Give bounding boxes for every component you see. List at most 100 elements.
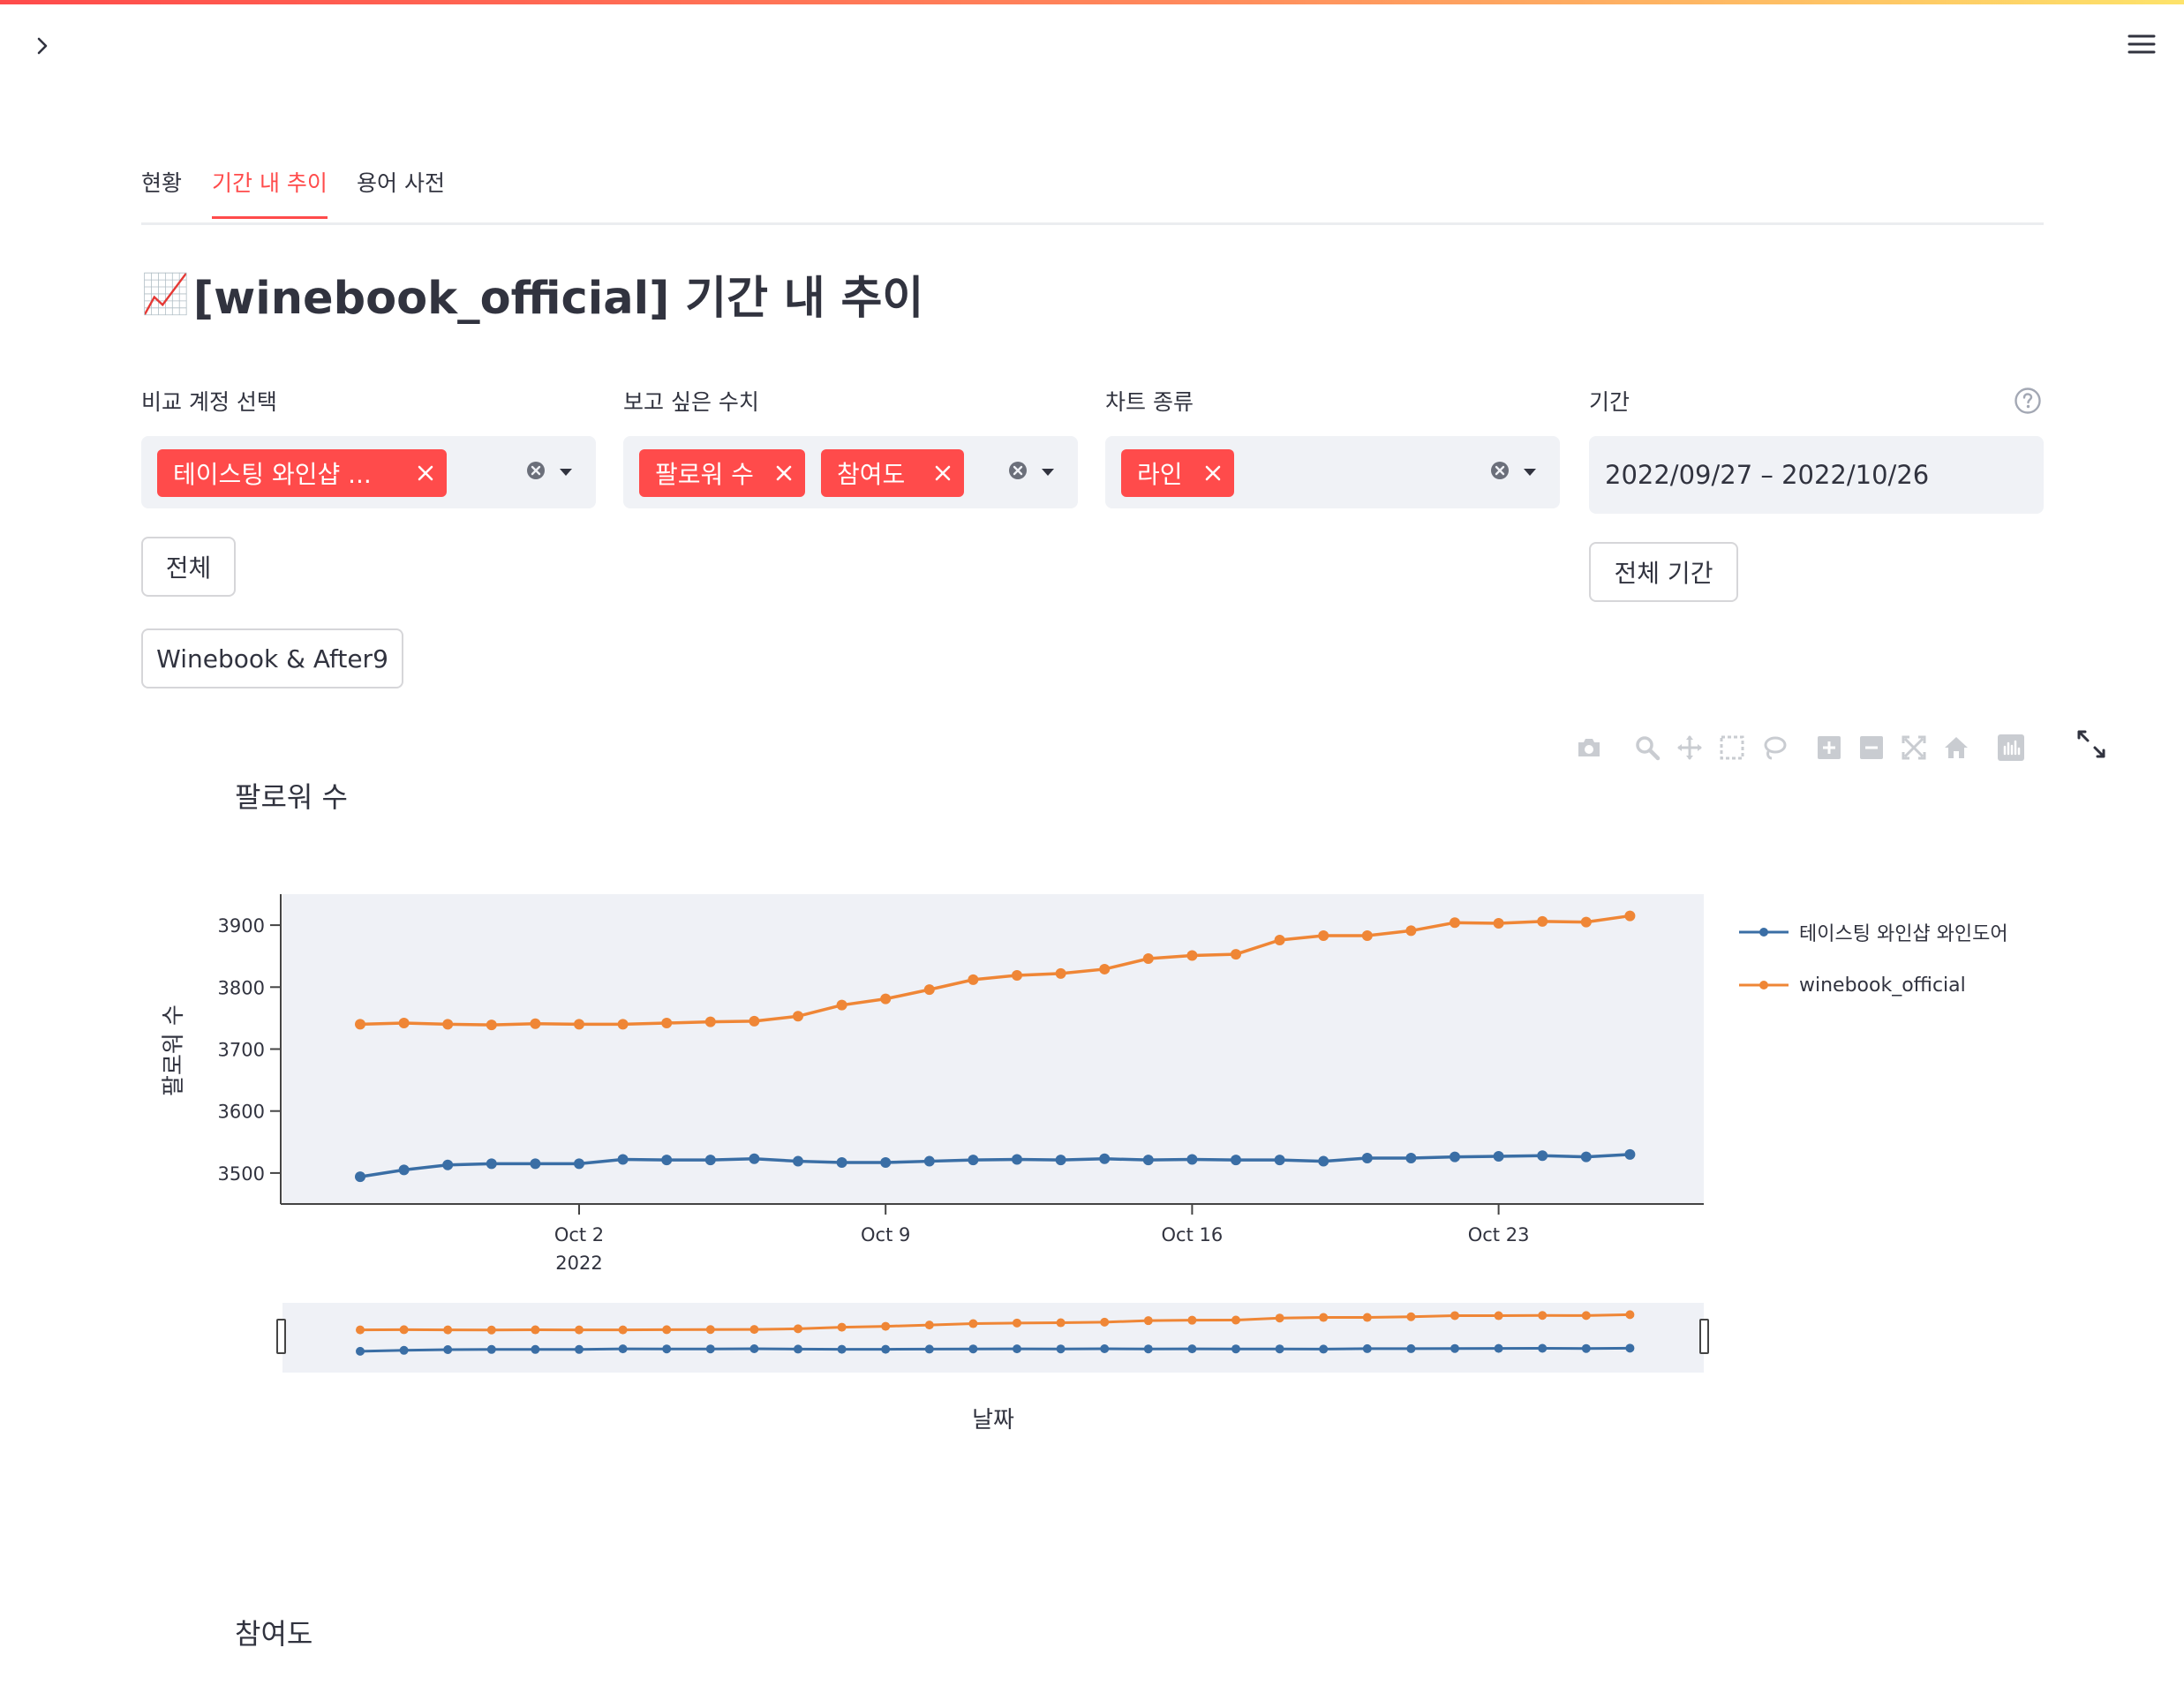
metric-chip-followers[interactable]: 팔로워 수 <box>639 449 805 497</box>
x-tick-label: Oct 23 <box>1468 1224 1530 1245</box>
select-all-accounts-button[interactable]: 전체 <box>141 537 236 597</box>
series-point-1 <box>1012 969 1022 981</box>
range-slider-point-1 <box>662 1325 672 1335</box>
autoscale-icon[interactable] <box>1901 734 1927 761</box>
legend-item-winedoor[interactable]: 테이스팅 와인샵 와인도어 <box>1739 906 2008 959</box>
metrics-label: 보고 싶은 수치 <box>623 389 759 415</box>
series-point-0 <box>574 1158 584 1170</box>
series-point-1 <box>355 1019 365 1030</box>
plot-area <box>282 894 1704 1204</box>
range-slider-right-handle[interactable] <box>1699 1319 1709 1354</box>
chart-legend: 테이스팅 와인샵 와인도어 winebook_official <box>1739 906 2008 1012</box>
range-slider-point-1 <box>1625 1310 1635 1320</box>
clear-all-icon[interactable] <box>526 461 546 484</box>
range-slider-point-0 <box>1450 1343 1459 1353</box>
selected-account-chip[interactable]: 테이스팅 와인샵 ... <box>157 449 447 497</box>
range-slider-left-handle[interactable] <box>276 1319 286 1354</box>
chart-type-chip-line[interactable]: 라인 <box>1121 449 1234 497</box>
page-title: 📈 [winebook_official] 기간 내 추이 <box>141 261 923 327</box>
series-point-0 <box>880 1156 892 1168</box>
x-tick-label: Oct 9 <box>861 1224 910 1245</box>
range-slider-line-1 <box>359 1313 1630 1332</box>
page-title-text: [winebook_official] 기간 내 추이 <box>192 273 924 325</box>
range-slider-point-0 <box>1406 1343 1416 1353</box>
series-point-1 <box>442 1019 454 1030</box>
series-point-1 <box>617 1019 629 1030</box>
dropdown-caret-icon[interactable] <box>1522 464 1538 481</box>
series-point-1 <box>1624 910 1636 922</box>
dropdown-caret-icon[interactable] <box>1040 464 1056 481</box>
y-axis-title: 팔로워 수 <box>161 1005 187 1096</box>
lasso-icon[interactable] <box>1761 734 1788 761</box>
series-point-0 <box>1274 1155 1285 1166</box>
plotly-logo-icon[interactable] <box>1998 734 2024 761</box>
dropdown-caret-icon[interactable] <box>558 464 574 481</box>
range-slider-point-1 <box>618 1325 628 1335</box>
top-decoration-bar <box>0 0 2184 4</box>
box-select-icon[interactable] <box>1719 734 1745 761</box>
series-point-0 <box>1580 1151 1592 1163</box>
chip-label: 참여도 <box>837 460 906 489</box>
period-date-input[interactable]: 2022/09/27 – 2022/10/26 <box>1589 436 2044 514</box>
followers-line-chart[interactable]: 3500 3600 3700 3800 3900 Oct 2 2022 Oct 9 Oct 16… <box>0 0 2184 1693</box>
range-slider-point-1 <box>1319 1313 1329 1322</box>
range-slider-point-1 <box>1143 1316 1153 1326</box>
reset-axes-icon[interactable] <box>1943 734 1969 761</box>
range-slider-point-1 <box>443 1325 453 1335</box>
series-point-1 <box>968 974 979 985</box>
series-point-0 <box>704 1155 716 1166</box>
series-point-1 <box>704 1016 716 1027</box>
winebook-after9-button[interactable]: Winebook & After9 <box>141 628 403 688</box>
period-label: 기간 <box>1589 389 1630 415</box>
series-point-0 <box>793 1155 803 1167</box>
remove-chip-icon[interactable] <box>934 464 952 482</box>
series-point-1 <box>880 993 892 1005</box>
zoom-icon[interactable] <box>1634 734 1661 761</box>
remove-chip-icon[interactable] <box>1204 464 1222 482</box>
metric-chip-engagement[interactable]: 참여도 <box>821 449 964 497</box>
range-slider-point-1 <box>399 1325 409 1335</box>
series-point-1 <box>1405 925 1417 937</box>
pan-icon[interactable] <box>1676 734 1703 761</box>
clear-all-icon[interactable] <box>1490 461 1510 484</box>
range-slider-line-0 <box>359 1346 1630 1353</box>
chevron-right-icon[interactable] <box>26 30 58 62</box>
chart-type-label: 차트 종류 <box>1105 389 1194 415</box>
compare-accounts-select[interactable]: 테이스팅 와인샵 ... <box>141 436 596 508</box>
range-slider-point-0 <box>1231 1344 1240 1354</box>
tab-glossary[interactable]: 용어 사전 <box>357 166 445 214</box>
x-tick-label: Oct 16 <box>1162 1224 1224 1245</box>
chart-type-select[interactable]: 라인 <box>1105 436 1560 508</box>
series-line-1 <box>359 914 1630 1027</box>
legend-item-winebook[interactable]: winebook_official <box>1739 959 2008 1012</box>
series-point-0 <box>530 1158 541 1170</box>
series-point-0 <box>442 1159 454 1170</box>
series-point-1 <box>1580 916 1592 928</box>
metrics-select[interactable]: 팔로워 수 참여도 <box>623 436 1078 508</box>
camera-icon[interactable] <box>1576 734 1602 761</box>
tab-trend[interactable]: 기간 내 추이 <box>212 166 328 219</box>
remove-chip-icon[interactable] <box>775 464 793 482</box>
range-slider-point-1 <box>924 1321 934 1330</box>
range-slider-point-0 <box>1581 1343 1591 1353</box>
question-circle-icon[interactable] <box>2014 387 2042 418</box>
clear-all-icon[interactable] <box>1008 461 1028 484</box>
remove-chip-icon[interactable] <box>417 464 434 482</box>
all-period-button[interactable]: 전체 기간 <box>1589 542 1738 602</box>
range-slider-point-0 <box>1100 1344 1110 1354</box>
range-slider-point-0 <box>1187 1344 1197 1354</box>
x-tick-label: Oct 2 <box>554 1224 604 1245</box>
zoom-out-icon[interactable] <box>1858 734 1885 761</box>
y-tick-label: 3900 <box>218 915 265 937</box>
series-point-1 <box>1537 915 1548 927</box>
range-slider-point-1 <box>1494 1311 1503 1321</box>
zoom-in-icon[interactable] <box>1816 734 1842 761</box>
range-slider-point-0 <box>1494 1343 1503 1353</box>
series-point-0 <box>1361 1153 1373 1164</box>
hamburger-menu-icon[interactable] <box>2123 26 2160 62</box>
tab-overview[interactable]: 현황 <box>141 166 182 214</box>
range-slider-point-1 <box>881 1321 891 1331</box>
series-point-0 <box>1012 1154 1022 1165</box>
range-slider-point-0 <box>1013 1344 1021 1354</box>
expand-icon[interactable] <box>2076 729 2106 763</box>
